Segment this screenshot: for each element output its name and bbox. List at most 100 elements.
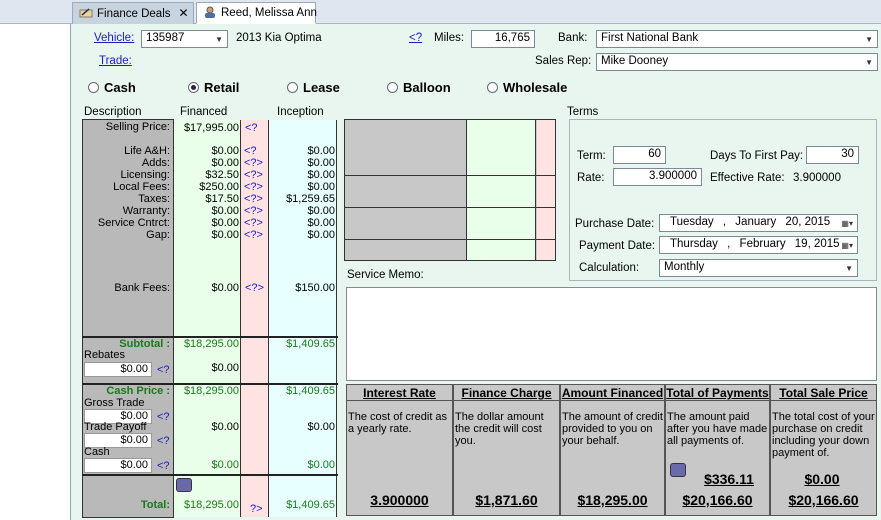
- divider: [82, 474, 338, 476]
- rebates-help-link[interactable]: <?: [157, 364, 170, 376]
- line-financed: $250.00: [199, 181, 239, 193]
- rebates-input[interactable]: $0.00: [84, 362, 152, 377]
- bank-combo[interactable]: First National Bank ▼: [596, 30, 878, 48]
- line-help-link[interactable]: <?: [244, 145, 268, 157]
- salesrep-combo[interactable]: Mike Dooney ▼: [596, 53, 878, 71]
- miles-input[interactable]: 16,765: [471, 30, 535, 48]
- finance-charge-value: $1,871.60: [475, 492, 538, 508]
- line-help-link[interactable]: <?>: [244, 217, 268, 229]
- line-help-link[interactable]: <?>: [244, 205, 268, 217]
- amount-financed-desc: The amount of credit provided to you on …: [562, 411, 663, 447]
- line-label: Licensing:: [120, 169, 170, 181]
- line-inception: $0.00: [307, 217, 335, 229]
- radio-balloon[interactable]: Balloon: [387, 80, 451, 95]
- miles-help-link[interactable]: <?: [409, 32, 422, 44]
- grid-line: [344, 207, 556, 208]
- vehicle-combo[interactable]: 135987 ▼: [141, 30, 228, 48]
- radio-lease[interactable]: Lease: [287, 80, 340, 95]
- trade-payoff-help-link[interactable]: <?: [157, 435, 170, 447]
- rate-label: Rate:: [577, 172, 605, 184]
- interest-rate-value: 3.900000: [370, 492, 429, 508]
- line-financed: $17.50: [205, 193, 239, 205]
- purchase-date-picker[interactable]: Tuesday , January 20, 2015 ▦▾: [659, 214, 858, 232]
- close-icon[interactable]: ✕: [179, 6, 189, 20]
- monthly-payment-value: $336.11: [704, 471, 754, 487]
- radio-circle-icon[interactable]: [387, 82, 398, 93]
- gross-trade-help-link[interactable]: <?: [157, 411, 170, 423]
- column-header-financed: Financed: [180, 106, 228, 118]
- line-label: Taxes:: [138, 193, 170, 205]
- payment-month: February: [739, 238, 786, 250]
- chevron-down-icon[interactable]: ▼: [845, 264, 853, 273]
- total-label: Total:: [140, 499, 170, 511]
- line-help-link[interactable]: <?>: [244, 157, 268, 169]
- term-label: Term:: [577, 150, 606, 162]
- service-memo-textarea[interactable]: [346, 287, 877, 381]
- interest-rate-desc: The cost of credit as a yearly rate.: [348, 411, 448, 435]
- payment-date-picker[interactable]: Thursday , February 19, 2015 ▦▾: [659, 236, 858, 254]
- trade-link[interactable]: Trade:: [99, 55, 132, 67]
- gross-trade-label: Gross Trade: [84, 397, 145, 409]
- line-help-link[interactable]: <?>: [244, 229, 268, 241]
- vehicle-value: 135987: [146, 32, 185, 44]
- cash-input[interactable]: $0.00: [84, 458, 152, 473]
- calculation-combo[interactable]: Monthly ▼: [659, 259, 858, 277]
- chevron-down-icon[interactable]: ▼: [865, 58, 873, 67]
- selling-price-help-link[interactable]: <?: [245, 122, 258, 134]
- calendar-icon[interactable]: ▦▾: [841, 241, 853, 250]
- rebates-label: Rebates: [84, 349, 125, 361]
- selling-price-label: Selling Price:: [105, 121, 170, 133]
- vehicle-description: 2013 Kia Optima: [236, 32, 322, 44]
- down-payment-value: $0.00: [804, 471, 840, 487]
- cash-label: Cash: [84, 446, 110, 458]
- radio-wholesale[interactable]: Wholesale: [487, 80, 567, 95]
- rate-input[interactable]: 3.900000: [613, 168, 702, 186]
- radio-cash[interactable]: Cash: [88, 80, 136, 95]
- tab-customer[interactable]: Reed, Melissa Ann: [196, 2, 317, 24]
- term-input[interactable]: 60: [613, 146, 666, 164]
- link-chain-icon[interactable]: [670, 463, 686, 477]
- radio-circle-icon[interactable]: [287, 82, 298, 93]
- line-help-link[interactable]: <?>: [244, 181, 268, 193]
- radio-selected-icon[interactable]: [188, 82, 199, 93]
- cash-help-link[interactable]: <?: [157, 460, 170, 472]
- purchase-month: January: [735, 216, 777, 228]
- vehicle-link[interactable]: Vehicle:: [94, 32, 134, 44]
- line-label: Gap:: [146, 229, 170, 241]
- cash-price-financed: $18,295.00: [183, 385, 239, 397]
- amount-financed-title: Amount Financed: [561, 386, 664, 400]
- line-inception: $0.00: [307, 229, 335, 241]
- effective-rate-value: 3.900000: [793, 172, 841, 184]
- line-inception: $0.00: [307, 181, 335, 193]
- total-help-link[interactable]: ?>: [250, 503, 263, 515]
- total-sale-price-desc: The total cost of your purchase on credi…: [772, 411, 875, 459]
- line-inception: $0.00: [307, 169, 335, 181]
- payment-daynum: 19, 2015: [794, 238, 840, 250]
- rebates-financed: $0.00: [211, 362, 239, 374]
- line-financed: $0.00: [211, 217, 239, 229]
- line-help-link[interactable]: <?>: [244, 193, 268, 205]
- radio-circle-icon[interactable]: [487, 82, 498, 93]
- service-memo-label: Service Memo:: [347, 269, 424, 281]
- cash-financed: $0.00: [211, 459, 239, 471]
- salesrep-label: Sales Rep:: [535, 55, 592, 67]
- line-financed: $0.00: [211, 205, 239, 217]
- line-help-link[interactable]: <?>: [244, 169, 268, 181]
- tab-label: Reed, Melissa Ann: [221, 7, 317, 19]
- radio-label: Balloon: [403, 80, 451, 95]
- chevron-down-icon[interactable]: ▼: [865, 35, 873, 44]
- link-chain-icon[interactable]: [176, 478, 192, 492]
- days-to-first-pay-input[interactable]: 30: [806, 146, 859, 164]
- line-financed: $0.00: [211, 229, 239, 241]
- radio-retail[interactable]: Retail: [188, 80, 239, 95]
- payment-date-label: Payment Date:: [579, 240, 656, 252]
- calendar-icon[interactable]: ▦▾: [841, 219, 853, 228]
- radio-circle-icon[interactable]: [88, 82, 99, 93]
- grid-line: [344, 239, 556, 240]
- cash-inception: $0.00: [307, 459, 335, 471]
- bank-fees-help-link[interactable]: <?>: [245, 282, 264, 294]
- chevron-down-icon[interactable]: ▼: [215, 35, 223, 44]
- selling-price-financed: $17,995.00: [183, 122, 239, 134]
- tab-finance-deals[interactable]: Finance Deals ✕: [72, 2, 194, 24]
- column-header-description: Description: [84, 106, 142, 118]
